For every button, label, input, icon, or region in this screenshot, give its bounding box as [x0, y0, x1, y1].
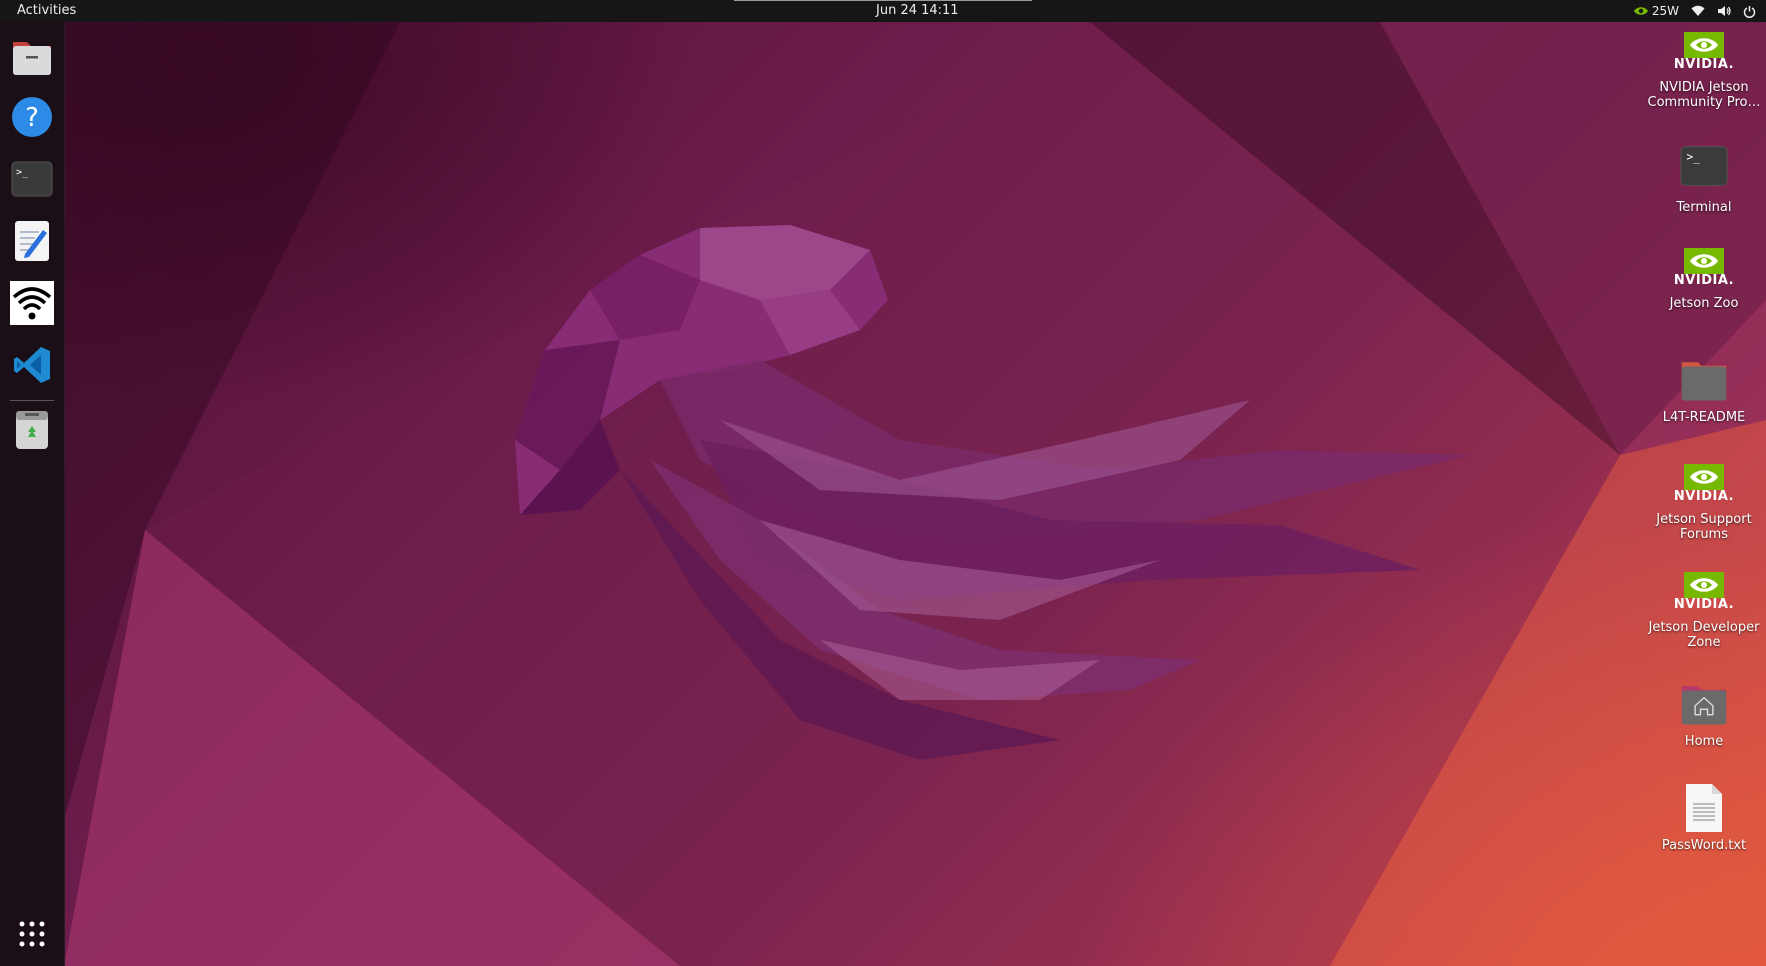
- dock-item-files[interactable]: [10, 34, 54, 78]
- svg-text:?: ?: [25, 103, 39, 133]
- wallpaper-art: [64, 22, 1766, 966]
- nvidia-logo-icon: NVIDIA.: [1674, 244, 1734, 292]
- activities-button[interactable]: Activities: [17, 0, 76, 22]
- wifi-icon: [10, 281, 54, 325]
- help-icon: ?: [12, 97, 52, 137]
- power-mode-label: 25W: [1651, 4, 1679, 18]
- dock: ? >_: [0, 22, 65, 966]
- system-tray[interactable]: 25W: [1633, 0, 1756, 22]
- desktop-icon-jetson-developer-zone[interactable]: NVIDIA. Jetson Developer Zone: [1644, 568, 1764, 650]
- desktop-icon-password-txt[interactable]: PassWord.txt: [1644, 784, 1764, 853]
- text-editor-icon: [15, 221, 49, 261]
- terminal-icon: >_: [11, 161, 53, 197]
- home-folder-icon: [1680, 680, 1728, 728]
- clock-button[interactable]: Jun 24 14:11: [876, 0, 959, 22]
- dock-item-show-applications[interactable]: [10, 912, 54, 956]
- app-grid-icon: [19, 921, 45, 947]
- desktop-icon-home[interactable]: Home: [1644, 680, 1764, 749]
- vscode-icon: [14, 347, 50, 383]
- terminal-icon: >_: [1680, 142, 1728, 190]
- nvidia-wordmark: NVIDIA.: [1673, 597, 1735, 612]
- desktop-icon-label: L4T-README: [1662, 410, 1746, 425]
- nvidia-wordmark: NVIDIA.: [1673, 273, 1735, 288]
- text-file-icon: [1680, 784, 1728, 832]
- desktop-icon-label: Terminal: [1676, 200, 1732, 215]
- top-bar: Activities Jun 24 14:11 25W: [0, 0, 1766, 22]
- desktop-icon-label: Jetson Developer Zone: [1648, 620, 1760, 650]
- dock-item-wifi[interactable]: [10, 281, 54, 325]
- dock-item-trash[interactable]: [10, 408, 54, 452]
- dock-item-text-editor[interactable]: [10, 219, 54, 263]
- desktop-icon-l4t-readme[interactable]: L4T-README: [1644, 356, 1764, 425]
- svg-text:>_: >_: [16, 167, 29, 178]
- wifi-icon: [1691, 5, 1705, 16]
- desktop-icon-jetson-zoo[interactable]: NVIDIA. Jetson Zoo: [1644, 244, 1764, 311]
- dock-item-terminal[interactable]: >_: [10, 157, 54, 201]
- nvidia-wordmark: NVIDIA.: [1673, 57, 1735, 72]
- nvidia-wordmark: NVIDIA.: [1673, 489, 1735, 504]
- svg-text:>_: >_: [1686, 150, 1700, 163]
- nvidia-logo-icon: NVIDIA.: [1674, 28, 1734, 76]
- nvidia-eye-icon: [1633, 7, 1648, 15]
- nvidia-logo-icon: NVIDIA.: [1674, 568, 1734, 616]
- power-icon: [1743, 5, 1756, 18]
- desktop-icon-nvidia-jetson-community[interactable]: NVIDIA. NVIDIA Jetson Community Pro…: [1644, 28, 1764, 110]
- volume-icon: [1718, 6, 1731, 16]
- desktop-icon-jetson-support-forums[interactable]: NVIDIA. Jetson Support Forums: [1644, 460, 1764, 542]
- desktop-wallpaper: [0, 0, 1766, 966]
- nvidia-logo-icon: NVIDIA.: [1674, 460, 1734, 508]
- desktop-icon-label: Home: [1684, 734, 1724, 749]
- desktop-icon-terminal[interactable]: >_ Terminal: [1644, 142, 1764, 215]
- dock-item-vscode[interactable]: [10, 343, 54, 387]
- dock-separator: [10, 400, 54, 401]
- files-icon: [13, 42, 51, 75]
- desktop-icon-label: NVIDIA Jetson Community Pro…: [1647, 80, 1761, 110]
- desktop-icon-label: Jetson Zoo: [1669, 296, 1739, 311]
- desktop-icon-label: PassWord.txt: [1661, 838, 1747, 853]
- trash-icon: [16, 411, 48, 449]
- desktop-icon-label: Jetson Support Forums: [1656, 512, 1752, 542]
- power-mode-indicator[interactable]: 25W: [1633, 0, 1679, 22]
- dock-item-help[interactable]: ?: [10, 95, 54, 139]
- folder-icon: [1680, 356, 1728, 404]
